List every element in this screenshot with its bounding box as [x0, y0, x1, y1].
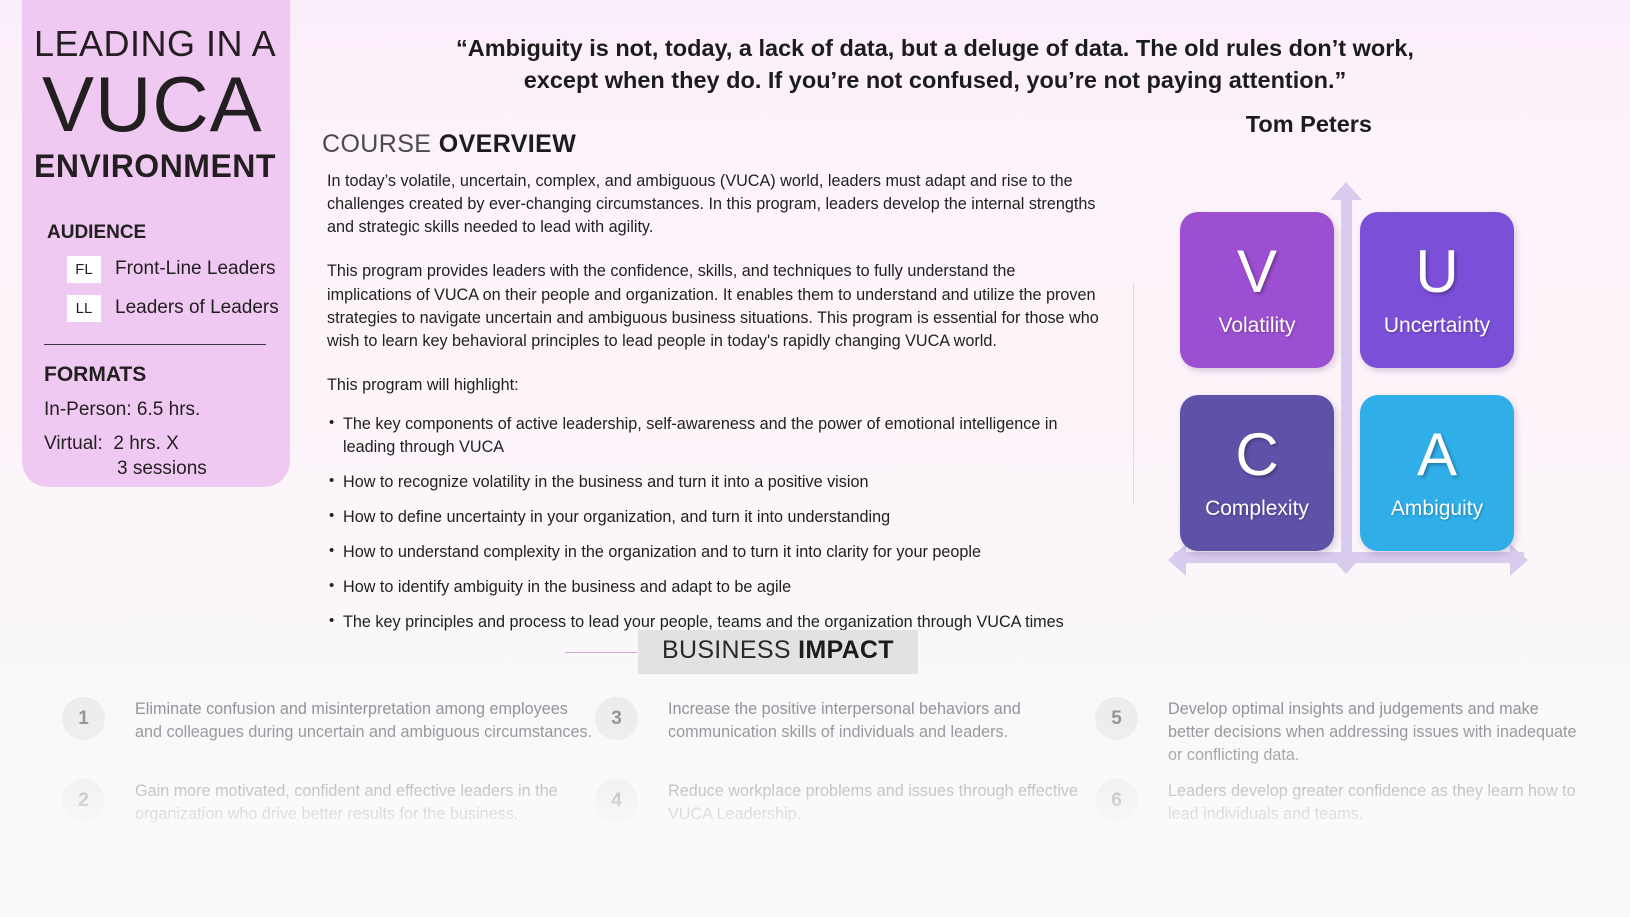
overview-heading-bold: OVERVIEW	[438, 130, 577, 158]
audience-label-ll: Leaders of Leaders	[115, 297, 279, 319]
vuca-tile-uncertainty: U Uncertainty	[1360, 212, 1514, 368]
audience-label-fl: Front-Line Leaders	[115, 258, 276, 280]
highlight-intro: This program will highlight:	[327, 376, 519, 395]
business-impact-grid: 1 Eliminate confusion and misinterpretat…	[62, 688, 1582, 852]
audience-row-fl: FL Front-Line Leaders	[22, 255, 290, 283]
business-impact-header: BUSINESS IMPACT	[565, 630, 918, 674]
title-vuca: VUCA	[42, 60, 263, 149]
quote-text: “Ambiguity is not, today, a lack of data…	[456, 35, 1414, 94]
tile-letter: V	[1236, 238, 1278, 305]
course-overview-heading: COURSE OVERVIEW	[322, 130, 576, 159]
tile-word: Ambiguity	[1390, 497, 1484, 520]
vertical-divider	[1133, 282, 1134, 504]
audience-row-ll: LL Leaders of Leaders	[22, 294, 290, 322]
impact-number: 3	[595, 697, 638, 740]
format-virtual: Virtual: 2 hrs. X	[44, 432, 179, 454]
impact-text: Gain more motivated, confident and effec…	[135, 782, 558, 824]
vuca-tile-complexity: C Complexity	[1180, 395, 1334, 551]
sidebar-divider	[44, 343, 266, 345]
arrow-up-icon	[1330, 182, 1362, 200]
impact-item-6: 6 Leaders develop greater confidence as …	[1095, 770, 1582, 852]
vertical-axis	[1341, 196, 1352, 561]
arrow-left-icon	[1168, 544, 1186, 576]
impact-text: Develop optimal insights and judgements …	[1168, 700, 1577, 765]
impact-number: 2	[62, 779, 105, 822]
impact-item-3: 3 Increase the positive interpersonal be…	[595, 688, 1095, 770]
impact-number: 5	[1095, 697, 1138, 740]
list-item: The key components of active leadership,…	[327, 412, 1102, 459]
audience-badge-ll: LL	[67, 294, 101, 322]
vuca-quadrant-diagram: V Volatility U Uncertainty C Complexity …	[1168, 182, 1528, 576]
business-impact-rule	[565, 651, 637, 653]
overview-paragraph-1: In today’s volatile, uncertain, complex,…	[327, 172, 1096, 237]
vuca-tile-volatility: V Volatility	[1180, 212, 1334, 368]
tile-word: Complexity	[1205, 497, 1309, 520]
list-item: How to recognize volatility in the busin…	[327, 470, 1102, 494]
list-item: How to define uncertainty in your organi…	[327, 505, 1102, 529]
list-item: How to understand complexity in the orga…	[327, 540, 1102, 564]
impact-item-2: 2 Gain more motivated, confident and eff…	[62, 770, 595, 852]
format-virtual-sessions: 3 sessions	[117, 457, 207, 479]
title-line-one: LEADING IN A	[34, 23, 277, 64]
bi-heading-bold: IMPACT	[798, 636, 894, 664]
tile-letter: C	[1235, 421, 1279, 488]
impact-text: Increase the positive interpersonal beha…	[668, 700, 1021, 742]
overview-heading-light: COURSE	[322, 130, 439, 158]
business-impact-label: BUSINESS IMPACT	[638, 630, 918, 674]
overview-body: In today’s volatile, uncertain, complex,…	[327, 170, 1102, 646]
arrow-down-icon	[1330, 556, 1362, 574]
bi-heading-light: BUSINESS	[662, 636, 799, 664]
arrow-right-icon	[1510, 544, 1528, 576]
impact-number: 1	[62, 697, 105, 740]
impact-item-1: 1 Eliminate confusion and misinterpretat…	[62, 688, 595, 770]
sidebar-panel: LEADING IN A VUCA ENVIRONMENT AUDIENCE F…	[22, 0, 290, 487]
vuca-tile-ambiguity: A Ambiguity	[1360, 395, 1514, 551]
impact-number: 6	[1095, 779, 1138, 822]
format-in-person: In-Person: 6.5 hrs.	[44, 398, 201, 420]
highlight-list: The key components of active leadership,…	[327, 412, 1102, 634]
impact-number: 4	[595, 779, 638, 822]
tile-letter: U	[1415, 238, 1459, 305]
quote-block: “Ambiguity is not, today, a lack of data…	[430, 32, 1440, 138]
list-item: How to identify ambiguity in the busines…	[327, 575, 1102, 599]
impact-text: Reduce workplace problems and issues thr…	[668, 782, 1079, 824]
overview-paragraph-2: This program provides leaders with the c…	[327, 262, 1099, 350]
audience-badge-fl: FL	[67, 255, 101, 283]
formats-heading: FORMATS	[44, 362, 147, 386]
tile-word: Uncertainty	[1383, 314, 1491, 337]
tile-letter: A	[1416, 421, 1458, 488]
audience-heading: AUDIENCE	[47, 221, 147, 243]
quote-author: Tom Peters	[1245, 110, 1372, 137]
impact-item-5: 5 Develop optimal insights and judgement…	[1095, 688, 1582, 770]
impact-text: Eliminate confusion and misinterpretatio…	[135, 700, 593, 742]
impact-text: Leaders develop greater confidence as th…	[1168, 782, 1576, 824]
title-environment: ENVIRONMENT	[34, 148, 276, 185]
impact-item-4: 4 Reduce workplace problems and issues t…	[595, 770, 1095, 852]
tile-word: Volatility	[1218, 314, 1296, 337]
